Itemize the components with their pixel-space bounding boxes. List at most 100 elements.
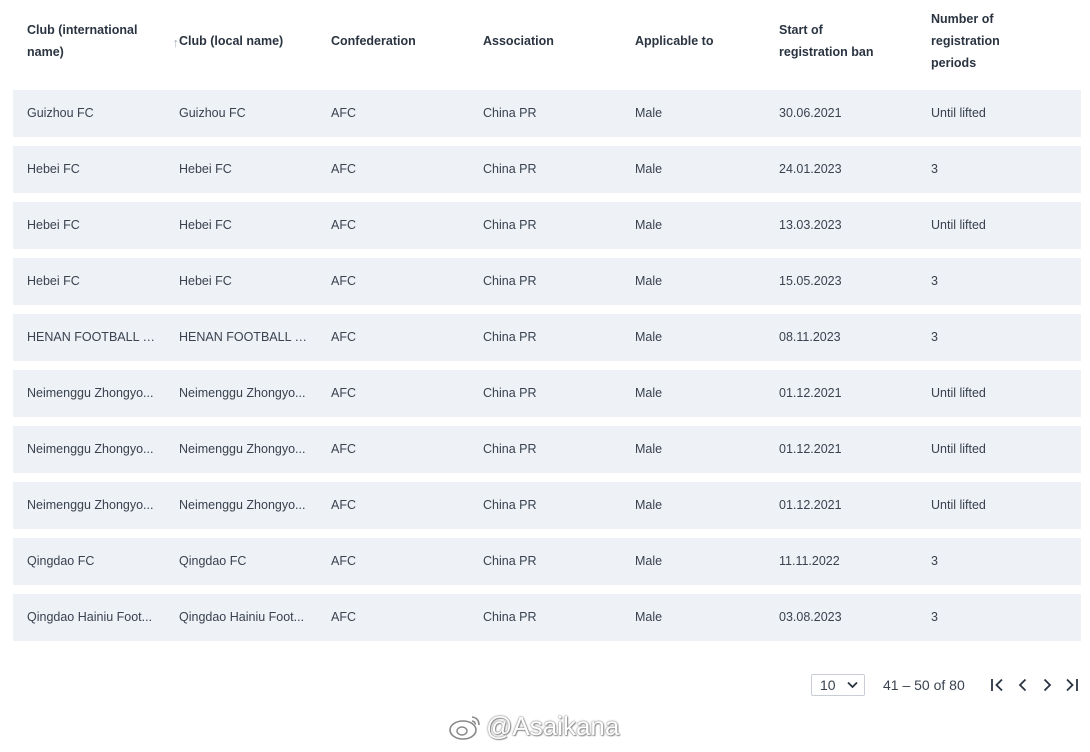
table-cell: Until lifted xyxy=(931,442,986,456)
table-cell: AFC xyxy=(331,610,356,624)
table-cell: China PR xyxy=(483,498,537,512)
table-cell: China PR xyxy=(483,442,537,456)
table-row: Neimenggu Zhongyo... Neimenggu Zhongyo...… xyxy=(13,426,1081,473)
table-cell: AFC xyxy=(331,442,356,456)
table-cell: Hebei FC xyxy=(179,218,232,232)
chevron-left-icon xyxy=(1018,678,1027,692)
table-row: Qingdao Hainiu Foot... Qingdao Hainiu Foo… xyxy=(13,594,1081,641)
chevron-down-icon xyxy=(847,681,858,689)
table-cell: Neimenggu Zhongyo... xyxy=(27,498,154,512)
table-row: Hebei FC Hebei FC AFC China PR Male 13.03.202… xyxy=(13,202,1081,249)
table-cell: Neimenggu Zhongyo... xyxy=(179,386,306,400)
table-cell: China PR xyxy=(483,554,537,568)
table-cell: AFC xyxy=(331,330,356,344)
pagination-bar: 10 41 – 50 of 80 xyxy=(0,674,1090,698)
table-cell: Male xyxy=(635,274,663,288)
table-cell: Male xyxy=(635,610,663,624)
table-cell: Male xyxy=(635,218,663,232)
weibo-logo-icon xyxy=(449,715,480,740)
chevron-right-icon xyxy=(1043,678,1052,692)
table-cell: HENAN FOOTBALL CL... xyxy=(27,330,159,344)
table-cell: China PR xyxy=(483,218,537,232)
first-page-button[interactable] xyxy=(988,674,1008,696)
table-cell: Until lifted xyxy=(931,218,986,232)
table-cell: Male xyxy=(635,106,663,120)
table-cell: 03.08.2023 xyxy=(779,610,842,624)
table-cell: Hebei FC xyxy=(27,218,80,232)
column-header-club-local[interactable]: Club (local name) xyxy=(179,0,319,82)
table-row: Hebei FC Hebei FC AFC China PR Male 15.05.202… xyxy=(13,258,1081,305)
last-page-icon xyxy=(1066,678,1078,692)
table-cell: Male xyxy=(635,498,663,512)
last-page-button[interactable] xyxy=(1061,674,1081,696)
table-cell: 24.01.2023 xyxy=(779,162,842,176)
table-cell: 11.11.2022 xyxy=(779,554,840,568)
table-cell: 3 xyxy=(931,554,938,568)
table-cell: 01.12.2021 xyxy=(779,498,842,512)
table-cell: Hebei FC xyxy=(27,162,80,176)
table-row: HENAN FOOTBALL CL... HENAN FOOTBALL CL...… xyxy=(13,314,1081,361)
table-cell: Male xyxy=(635,386,663,400)
column-header-registration-periods[interactable]: Number of registration periods xyxy=(931,0,1021,82)
table-cell: China PR xyxy=(483,330,537,344)
column-header-applicable-to[interactable]: Applicable to xyxy=(635,0,775,82)
table-cell: Neimenggu Zhongyo... xyxy=(27,386,154,400)
table-cell: Until lifted xyxy=(931,386,986,400)
table-cell: AFC xyxy=(331,386,356,400)
column-header-start-of-ban[interactable]: Start of registration ban xyxy=(779,0,889,82)
table-row: Qingdao FC Qingdao FC AFC China PR Male 11.11… xyxy=(13,538,1081,585)
table-cell: 01.12.2021 xyxy=(779,442,842,456)
table-cell: China PR xyxy=(483,162,537,176)
table-cell: Guizhou FC xyxy=(27,106,94,120)
table-cell: Hebei FC xyxy=(179,274,232,288)
table-cell: Qingdao FC xyxy=(179,554,247,568)
table-cell: 01.12.2021 xyxy=(779,386,842,400)
table-cell: 15.05.2023 xyxy=(779,274,842,288)
table-cell: 3 xyxy=(931,274,938,288)
table-cell: Guizhou FC xyxy=(179,106,246,120)
table-row: Neimenggu Zhongyo... Neimenggu Zhongyo...… xyxy=(13,482,1081,529)
table-cell: AFC xyxy=(331,106,356,120)
table-row: Hebei FC Hebei FC AFC China PR Male 24.01.202… xyxy=(13,146,1081,193)
table-cell: 3 xyxy=(931,162,938,176)
page-size-select[interactable]: 10 xyxy=(811,674,865,696)
table-cell: Male xyxy=(635,554,663,568)
column-label: Start of registration ban xyxy=(779,23,874,59)
table-cell: Neimenggu Zhongyo... xyxy=(27,442,154,456)
table-cell: 3 xyxy=(931,610,938,624)
table-cell: AFC xyxy=(331,218,356,232)
column-header-confederation[interactable]: Confederation xyxy=(331,0,471,82)
table-cell: China PR xyxy=(483,274,537,288)
column-label: Club (international name) xyxy=(27,23,138,59)
table-row: Guizhou FC Guizhou FC AFC China PR Male 30.06… xyxy=(13,90,1081,137)
table-cell: Male xyxy=(635,162,663,176)
table-cell: AFC xyxy=(331,554,356,568)
column-label: Confederation xyxy=(331,34,416,48)
first-page-icon xyxy=(991,678,1003,692)
table-cell: Until lifted xyxy=(931,106,986,120)
table-cell: HENAN FOOTBALL CL... xyxy=(179,330,311,344)
table-cell: Hebei FC xyxy=(179,162,232,176)
table-cell: AFC xyxy=(331,162,356,176)
watermark-text: @Asaikana xyxy=(486,711,620,741)
previous-page-button[interactable] xyxy=(1013,674,1033,696)
table-cell: China PR xyxy=(483,610,537,624)
table-header: Club (international name) ↑ Club (local … xyxy=(13,0,1081,82)
column-header-association[interactable]: Association xyxy=(483,0,623,82)
table-cell: 13.03.2023 xyxy=(779,218,842,232)
registration-ban-table: Club (international name) ↑ Club (local … xyxy=(13,0,1081,641)
next-page-button[interactable] xyxy=(1037,674,1057,696)
table-cell: Neimenggu Zhongyo... xyxy=(179,498,306,512)
table-cell: Male xyxy=(635,330,663,344)
column-header-club-international[interactable]: Club (international name) ↑ xyxy=(27,0,179,82)
table-cell: Until lifted xyxy=(931,498,986,512)
table-cell: 30.06.2021 xyxy=(779,106,842,120)
table-row: Neimenggu Zhongyo... Neimenggu Zhongyo...… xyxy=(13,370,1081,417)
table-cell: 08.11.2023 xyxy=(779,330,841,344)
table-cell: AFC xyxy=(331,274,356,288)
column-label: Number of registration periods xyxy=(931,12,1000,70)
table-cell: Hebei FC xyxy=(27,274,80,288)
column-label: Applicable to xyxy=(635,34,714,48)
table-cell: Neimenggu Zhongyo... xyxy=(179,442,306,456)
table-cell: AFC xyxy=(331,498,356,512)
